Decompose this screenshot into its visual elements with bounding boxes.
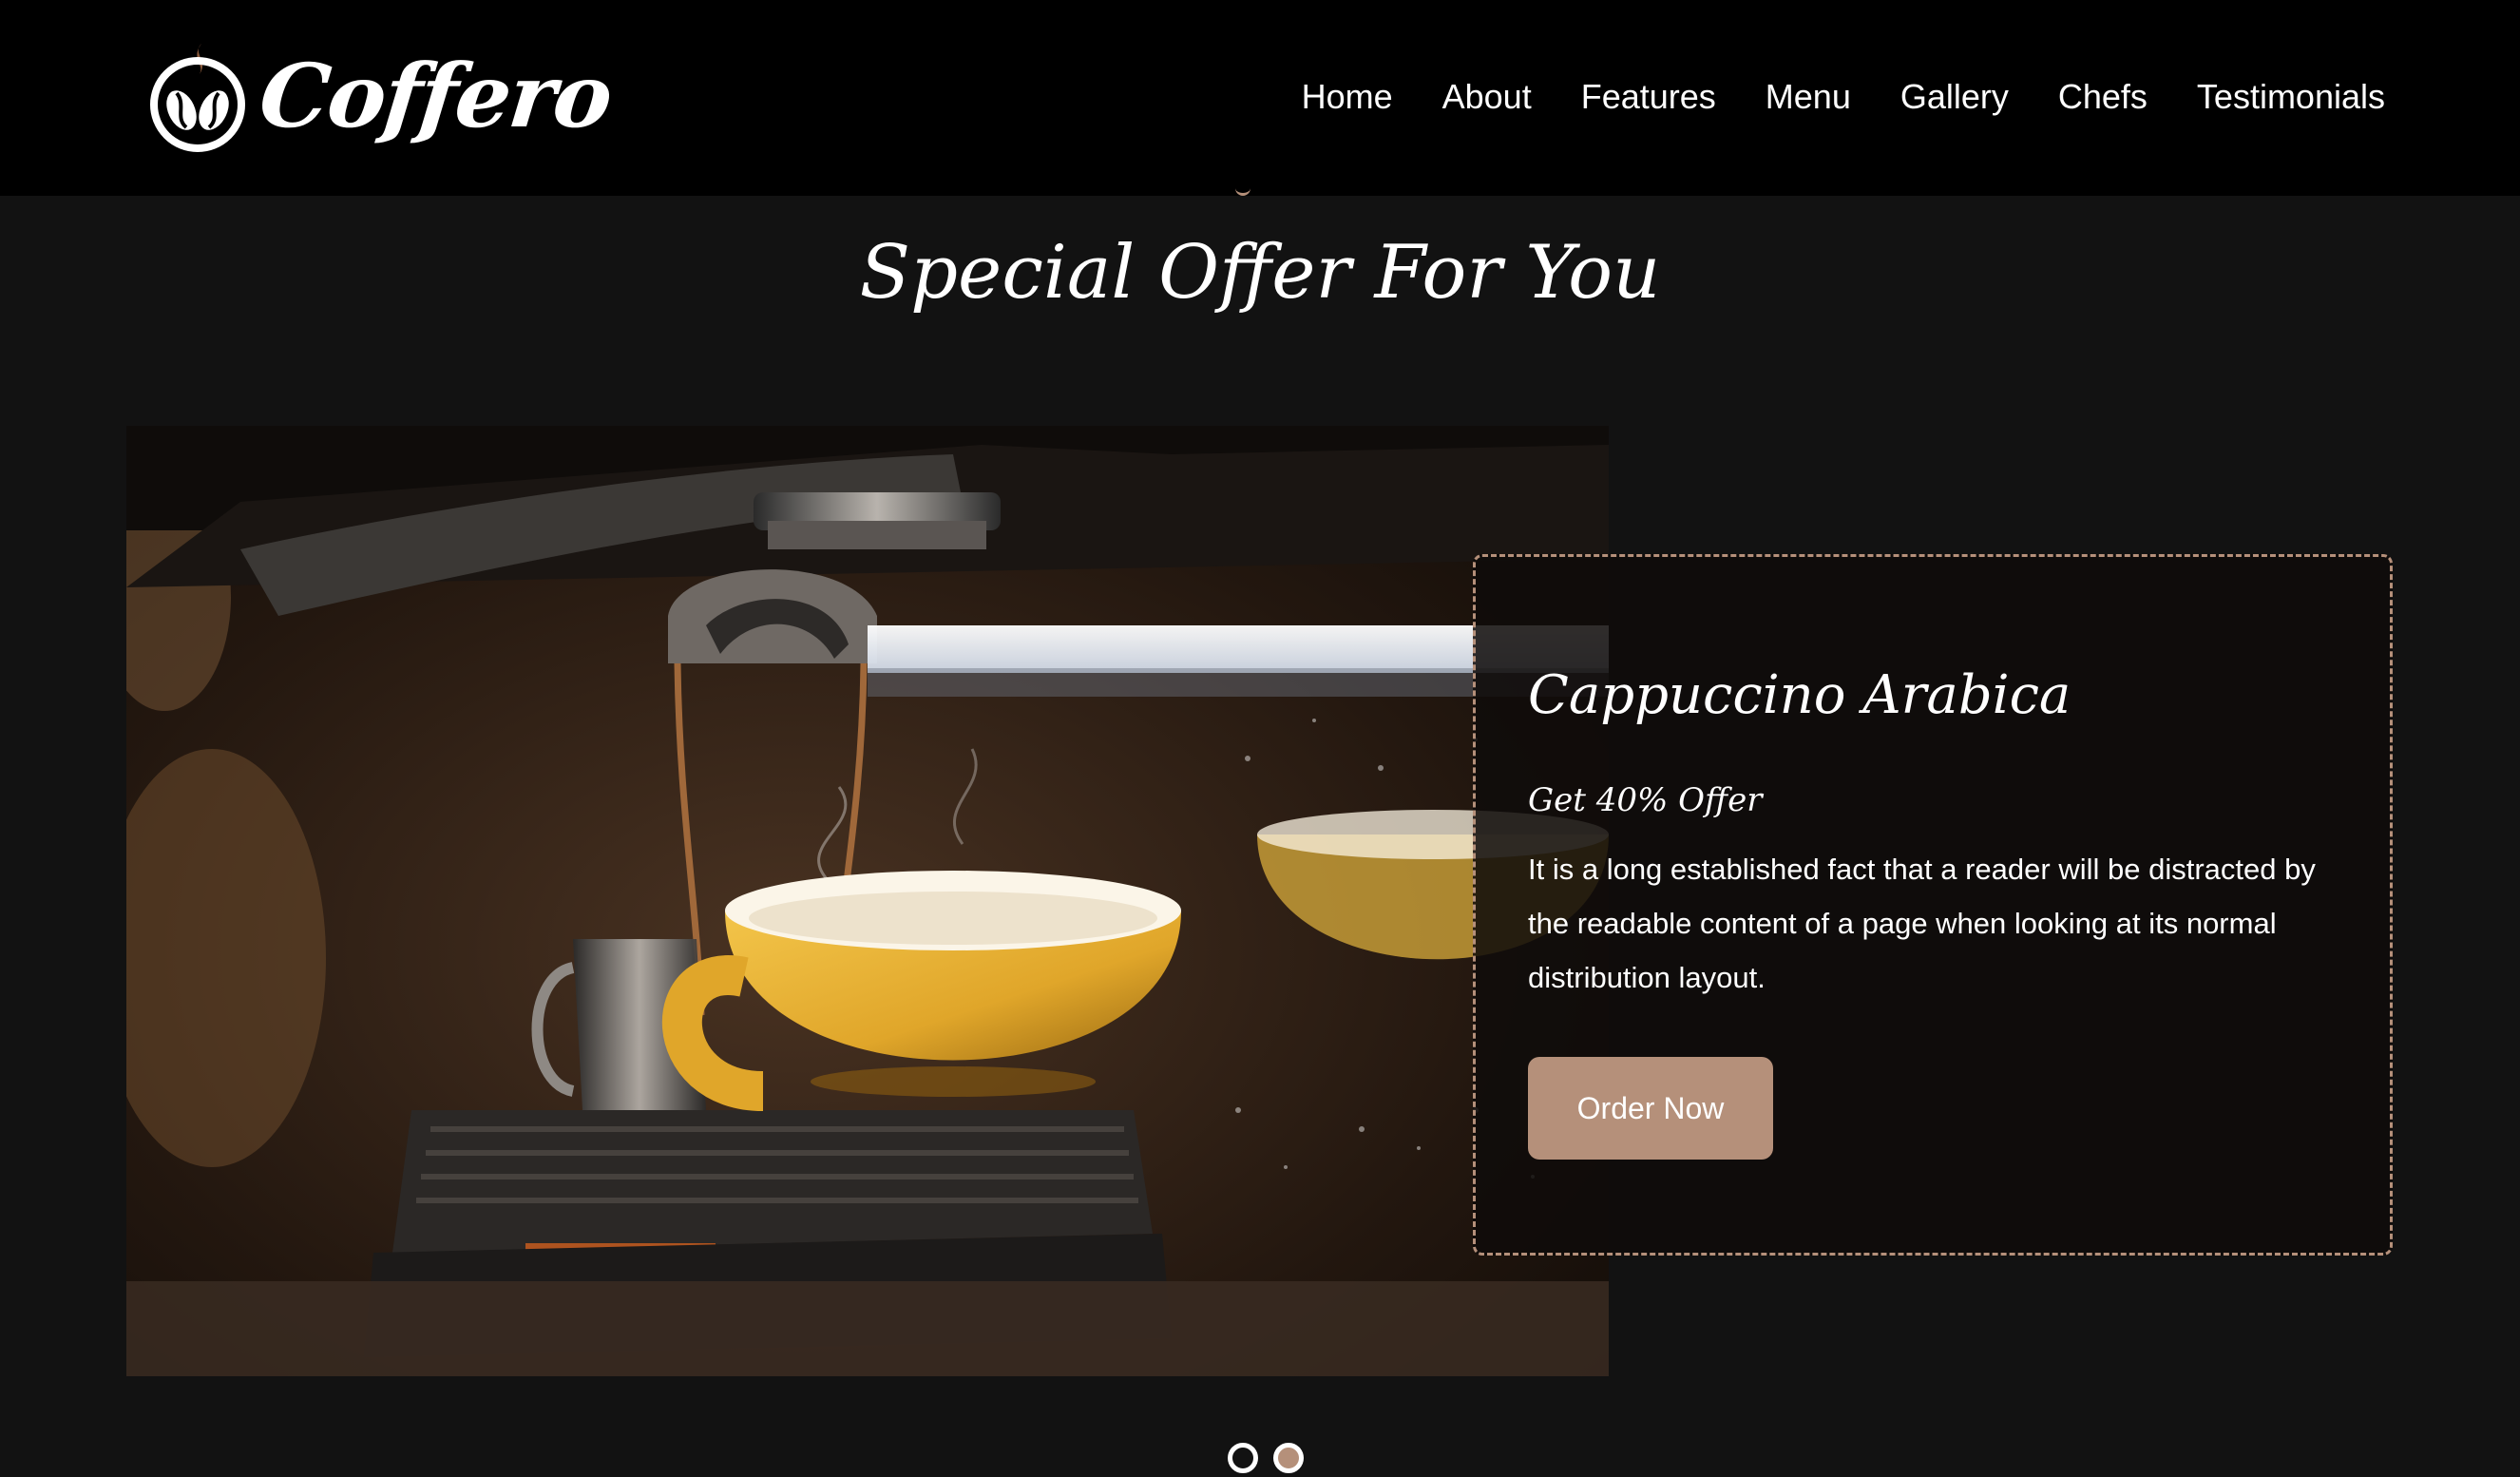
offer-image xyxy=(126,426,1609,1376)
nav-item-gallery[interactable]: Gallery xyxy=(1900,70,2009,124)
carousel-dot-2[interactable] xyxy=(1273,1443,1304,1473)
site-header: Coffero Home About Features Menu Gallery… xyxy=(0,0,2520,196)
nav-item-about[interactable]: About xyxy=(1442,70,1532,124)
order-now-button[interactable]: Order Now xyxy=(1528,1057,1773,1160)
offer-discount-text: Get 40% Offer xyxy=(1528,781,1763,819)
brand-name: Coffero xyxy=(255,45,616,147)
main-nav: Home About Features Menu Gallery Chefs T… xyxy=(1302,70,2385,124)
espresso-photo xyxy=(126,426,1609,1376)
nav-item-chefs[interactable]: Chefs xyxy=(2058,70,2148,124)
carousel-dots xyxy=(1228,1443,1304,1473)
coffee-beans-icon xyxy=(150,44,245,152)
nav-item-testimonials[interactable]: Testimonials xyxy=(2197,70,2385,124)
nav-item-menu[interactable]: Menu xyxy=(1766,70,1851,124)
offer-description: It is a long established fact that a rea… xyxy=(1528,853,2316,994)
offer-product-name: Cappuccino Arabica xyxy=(1528,664,2071,726)
nav-item-home[interactable]: Home xyxy=(1302,70,1393,124)
nav-item-features[interactable]: Features xyxy=(1581,70,1716,124)
carousel-dot-1[interactable] xyxy=(1228,1443,1258,1473)
brand-logo[interactable]: Coffero xyxy=(148,36,616,156)
offer-card: Cappuccino Arabica Get 40% Offer It is a… xyxy=(1473,554,2393,1256)
section-title: Special Offer For You xyxy=(859,230,1661,316)
